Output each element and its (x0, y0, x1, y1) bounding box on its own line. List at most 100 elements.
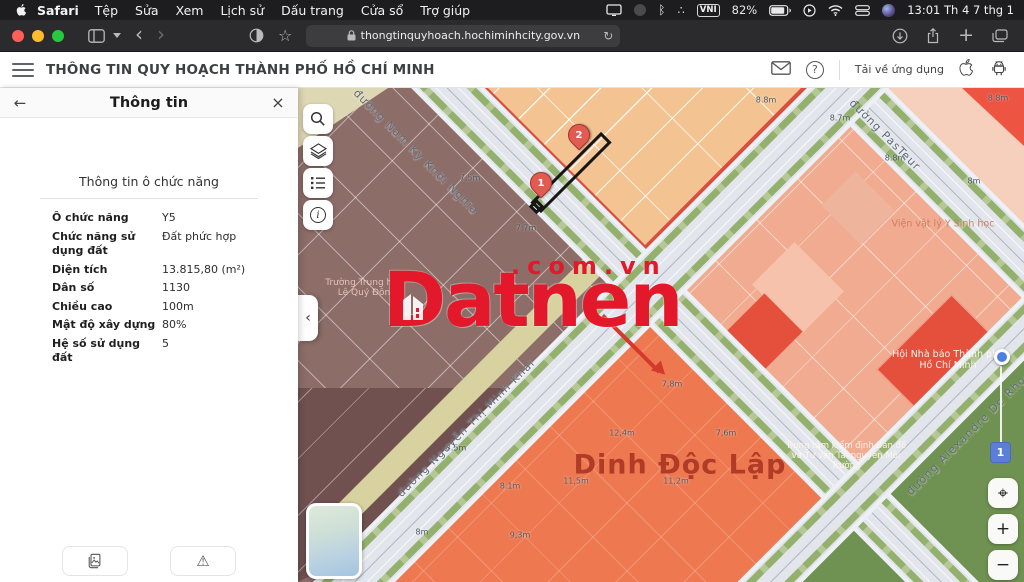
menu-app-name[interactable]: Safari (37, 3, 79, 18)
tab-overview-icon[interactable] (992, 29, 1008, 43)
map-search-button[interactable] (303, 104, 333, 134)
elevation-label: 7,5m (460, 174, 481, 183)
android-platform-icon[interactable] (990, 59, 1008, 81)
info-label: Diện tích (52, 263, 162, 278)
battery-icon[interactable] (769, 5, 791, 16)
now-playing-icon[interactable] (803, 4, 816, 17)
minimize-window-button[interactable] (32, 30, 44, 42)
info-value: 13.815,80 (m²) (162, 263, 245, 278)
download-app-label[interactable]: Tải về ứng dụng (855, 63, 944, 76)
menu-hamburger-icon[interactable] (12, 63, 34, 77)
back-arrow-icon[interactable]: ← (0, 94, 40, 112)
info-value: 1130 (162, 281, 190, 296)
zoom-out-button[interactable]: − (988, 550, 1018, 580)
map[interactable]: .com.vn Datnen i ‹ (298, 88, 1024, 582)
help-icon[interactable]: ? (806, 61, 824, 79)
elevation-label: 7,8m (662, 380, 683, 389)
elevation-label: 8.8m (988, 94, 1009, 103)
elevation-label: 12,4m (609, 429, 635, 438)
elevation-label: 8.8m (756, 96, 777, 105)
menu-item[interactable]: Dấu trang (281, 3, 344, 18)
minimap[interactable] (306, 503, 362, 579)
elevation-label: 8m (968, 177, 981, 186)
bluetooth-icon[interactable]: ᛒ (658, 4, 665, 16)
info-row: Ô chức năngY5 (0, 209, 298, 228)
info-panel: ← Thông tin × Thông tin ô chức năng Ô ch… (0, 88, 298, 582)
info-row: Mật độ xây dựng80% (0, 316, 298, 335)
info-row: Dân số1130 (0, 279, 298, 298)
app-header: THÔNG TIN QUY HOẠCH THÀNH PHỐ HỒ CHÍ MIN… (0, 52, 1024, 88)
window-controls (12, 30, 64, 42)
main-content: ← Thông tin × Thông tin ô chức năng Ô ch… (0, 88, 1024, 582)
info-rows: Ô chức năngY5Chức năng sử dụng đấtĐất ph… (0, 209, 298, 368)
locate-button[interactable]: ⌖ (988, 478, 1018, 508)
reload-icon[interactable]: ↻ (603, 29, 613, 43)
info-label: Chức năng sử dụng đất (52, 230, 162, 259)
downloads-icon[interactable] (892, 28, 908, 44)
display-icon[interactable] (606, 4, 622, 16)
apple-menu-icon[interactable] (16, 3, 29, 18)
place-label: Trung tâm kiểm định Bản đồ và Tư vấn Tài… (786, 441, 906, 471)
panel-collapse-handle[interactable]: ‹ (298, 295, 318, 341)
toolbar-right: + (892, 26, 1012, 45)
close-icon[interactable]: × (258, 93, 298, 112)
info-row: Diện tích13.815,80 (m²) (0, 261, 298, 280)
elevation-label: 7,7m (516, 224, 537, 233)
map-legend-button[interactable] (303, 168, 333, 198)
page-title: THÔNG TIN QUY HOẠCH THÀNH PHỐ HỒ CHÍ MIN… (46, 62, 435, 78)
info-value: 100m (162, 300, 194, 315)
info-label: Dân số (52, 281, 162, 296)
forward-button[interactable]: › (157, 24, 165, 47)
safari-toolbar: ‹ › ☆ thongtinquyhoach.hochiminhcity.gov… (0, 20, 1024, 52)
info-panel-header: ← Thông tin × (0, 88, 298, 118)
map-layers-button[interactable] (303, 136, 333, 166)
zoom-in-button[interactable]: + (988, 514, 1018, 544)
mail-icon[interactable] (771, 60, 791, 79)
elevation-label: 9,3m (510, 531, 531, 540)
place-label: Hội Nhà báo Thành phố Hồ Chí Minh (892, 349, 1004, 371)
focus-mode-icon[interactable] (634, 4, 646, 16)
menu-item[interactable]: Sửa (135, 3, 159, 18)
wifi-icon[interactable] (828, 5, 843, 16)
info-row: Chiều cao100m (0, 298, 298, 317)
menu-item[interactable]: Lịch sử (220, 3, 264, 18)
place-label: Dinh Độc Lập (574, 450, 787, 481)
search-icon (310, 111, 326, 127)
share-icon[interactable] (926, 28, 940, 44)
info-value: Y5 (162, 211, 176, 226)
chevron-down-icon[interactable] (113, 33, 121, 38)
menu-item[interactable]: Cửa sổ (361, 3, 403, 18)
marker-badge[interactable]: 1 (990, 442, 1011, 463)
info-icon: i (310, 207, 326, 223)
menubar-app-circle-icon[interactable] (882, 4, 895, 17)
close-window-button[interactable] (12, 30, 24, 42)
macos-menubar: Safari Tệp Sửa Xem Lịch sử Dấu trang Cửa sổ Tr… (0, 0, 1024, 20)
new-tab-icon[interactable]: + (958, 26, 974, 45)
menu-item[interactable]: Tệp (95, 3, 118, 18)
keyboard-brightness-icon[interactable]: ∴ (677, 3, 684, 17)
warning-icon: ⚠ (196, 552, 209, 570)
stage-manager-icon[interactable] (855, 5, 870, 16)
export-image-button[interactable] (62, 546, 128, 576)
back-button[interactable]: ‹ (135, 24, 143, 47)
legend-list-icon (310, 176, 326, 190)
lock-icon (347, 30, 356, 41)
panel-footer: ⚠ (0, 546, 298, 576)
bookmark-star-icon[interactable]: ☆ (278, 28, 292, 44)
menu-item[interactable]: Xem (176, 3, 204, 18)
battery-percent: 82% (732, 3, 758, 17)
zoom-window-button[interactable] (52, 30, 64, 42)
url-text: thongtinquyhoach.hochiminhcity.gov.vn (361, 29, 580, 42)
privacy-shield-icon[interactable] (249, 28, 264, 43)
map-info-button[interactable]: i (303, 200, 333, 230)
address-bar[interactable]: thongtinquyhoach.hochiminhcity.gov.vn ↻ (306, 25, 620, 47)
menu-item[interactable]: Trợ giúp (420, 3, 470, 18)
menubar-clock[interactable]: 13:01 Th 4 7 thg 1 (907, 3, 1014, 17)
document-image-icon (87, 553, 103, 569)
apple-platform-icon[interactable] (959, 58, 975, 81)
report-issue-button[interactable]: ⚠ (170, 546, 236, 576)
elevation-label: 8m (416, 528, 429, 537)
sidebar-toggle-icon[interactable] (88, 29, 105, 43)
input-source-badge[interactable]: VNI (697, 4, 720, 17)
info-label: Mật độ xây dựng (52, 318, 162, 333)
